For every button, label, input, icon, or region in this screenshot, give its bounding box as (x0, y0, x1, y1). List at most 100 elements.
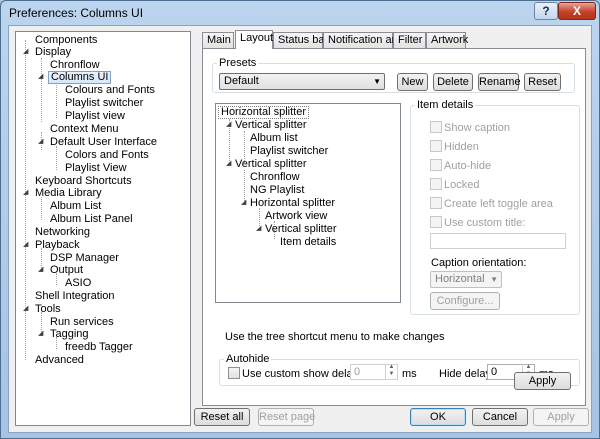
tree-item-colors-and-fonts[interactable]: Colors and Fonts (63, 149, 151, 162)
spin-down-icon[interactable]: ▼ (386, 371, 397, 378)
reset-all-button[interactable]: Reset all (194, 408, 250, 426)
reset-preset-button[interactable]: Reset (524, 73, 561, 91)
presets-group-label: Presets (217, 57, 259, 69)
spin-up-icon[interactable]: ▲ (523, 364, 534, 371)
close-button[interactable]: X (558, 2, 596, 20)
hide-delay-value: 0 (491, 366, 498, 378)
tree-item-tagging[interactable]: Tagging (48, 328, 91, 341)
configure-button[interactable]: Configure... (430, 292, 500, 310)
layout-item-chronflow[interactable]: Chronflow (248, 171, 302, 184)
show-delay-value: 0 (354, 366, 361, 378)
delete-preset-button[interactable]: Delete (433, 73, 473, 91)
create-toggle-area-checkbox[interactable] (430, 197, 442, 209)
tree-item-columns-ui[interactable]: Columns UI (48, 71, 112, 84)
show-delay-ms-label: ms (402, 368, 417, 380)
layout-item-vertical-splitter-3[interactable]: Vertical splitter (263, 223, 339, 236)
title-bar[interactable]: Preferences: Columns UI ? X (1, 1, 599, 25)
tree-connector (41, 197, 42, 220)
tab-artwork[interactable]: Artwork (426, 32, 468, 48)
custom-title-input[interactable] (430, 233, 566, 249)
layout-tree-hint: Use the tree shortcut menu to make chang… (225, 331, 445, 343)
rename-preset-button[interactable]: Rename (478, 73, 521, 91)
collapse-arrow-icon[interactable]: ◢ (23, 241, 31, 249)
layout-tree[interactable]: Horizontal splitter ◢ Vertical splitter … (215, 103, 401, 303)
tree-item-playlist-switcher[interactable]: Playlist switcher (63, 97, 145, 110)
hide-delay-label: Hide delay: (439, 368, 495, 380)
tree-item-playlist-view[interactable]: Playlist view (63, 110, 127, 123)
hidden-label: Hidden (444, 141, 479, 153)
show-caption-checkbox[interactable] (430, 121, 442, 133)
collapse-arrow-icon[interactable]: ◢ (38, 73, 46, 81)
autohide-group-label: Autohide (224, 353, 272, 365)
tree-connector (56, 82, 57, 118)
tree-item-colours-and-fonts[interactable]: Colours and Fonts (63, 84, 157, 97)
tree-item-media-library[interactable]: Media Library (33, 187, 104, 200)
locked-label: Locked (444, 179, 480, 191)
caption-orientation-value: Horizontal (435, 273, 485, 285)
caption-orientation-label: Caption orientation: (431, 257, 527, 269)
reset-page-button[interactable]: Reset page (258, 408, 315, 426)
layout-item-item-details[interactable]: Item details (278, 236, 338, 249)
tree-item-playlist-view-dui[interactable]: Playlist View (63, 162, 129, 175)
tree-item-album-list[interactable]: Album List (48, 200, 103, 213)
auto-hide-checkbox[interactable] (430, 159, 442, 171)
tree-item-context-menu[interactable]: Context Menu (48, 123, 120, 136)
tab-layout[interactable]: Layout (235, 30, 273, 49)
layout-item-ng-playlist[interactable]: NG Playlist (248, 184, 306, 197)
layout-item-vertical-splitter-2[interactable]: Vertical splitter (233, 158, 309, 171)
collapse-arrow-icon[interactable]: ◢ (23, 305, 31, 313)
dropdown-arrow-icon: ▼ (373, 77, 381, 86)
collapse-arrow-icon[interactable]: ◢ (23, 48, 31, 56)
ok-button[interactable]: OK (410, 408, 466, 426)
layout-item-vertical-splitter[interactable]: Vertical splitter (233, 119, 309, 132)
collapse-arrow-icon[interactable]: ◢ (38, 330, 46, 338)
caption-orientation-combobox[interactable]: Horizontal ▼ (430, 271, 502, 288)
tree-item-shell-integration[interactable]: Shell Integration (33, 290, 117, 303)
layout-item-horizontal-splitter-root[interactable]: Horizontal splitter (218, 106, 309, 119)
tree-item-album-list-panel[interactable]: Album List Panel (48, 213, 135, 226)
apply-button[interactable]: Apply (533, 408, 589, 426)
presets-combobox[interactable]: Default ▼ (219, 73, 385, 90)
spin-up-icon[interactable]: ▲ (386, 364, 397, 371)
tree-item-output[interactable]: Output (48, 264, 85, 277)
layout-item-playlist-switcher[interactable]: Playlist switcher (248, 145, 330, 158)
tree-item-display[interactable]: Display (33, 46, 73, 59)
item-details-group-label: Item details (415, 99, 476, 111)
show-delay-spinner[interactable]: ▲ ▼ (385, 364, 397, 380)
create-toggle-area-label: Create left toggle area (444, 198, 553, 210)
use-custom-title-label: Use custom title: (444, 217, 526, 229)
tree-item-playback[interactable]: Playback (33, 239, 82, 252)
layout-item-artwork-view[interactable]: Artwork view (263, 210, 329, 223)
tree-connector (41, 58, 42, 122)
tree-item-networking[interactable]: Networking (33, 226, 92, 239)
tab-main[interactable]: Main (202, 32, 234, 48)
tree-connector (56, 146, 57, 170)
tab-notification-area[interactable]: Notification area (323, 32, 408, 48)
tab-apply-button[interactable]: Apply (514, 372, 571, 390)
tree-connector (259, 208, 260, 226)
collapse-arrow-icon[interactable]: ◢ (23, 189, 31, 197)
tab-status-bar[interactable]: Status bar (273, 32, 328, 48)
layout-item-horizontal-splitter[interactable]: Horizontal splitter (248, 197, 337, 210)
collapse-arrow-icon[interactable]: ◢ (38, 266, 46, 274)
tree-item-advanced[interactable]: Advanced (33, 354, 86, 367)
preferences-tree[interactable]: Components ◢ Display Chronflow ◢ Columns… (15, 31, 191, 426)
auto-hide-label: Auto-hide (444, 160, 492, 172)
collapse-arrow-icon[interactable]: ◢ (38, 138, 46, 146)
locked-checkbox[interactable] (430, 178, 442, 190)
layout-item-album-list[interactable]: Album list (248, 132, 300, 145)
use-custom-show-delay-checkbox[interactable] (228, 367, 240, 379)
tree-item-asio[interactable]: ASIO (63, 277, 93, 290)
tree-item-freedb-tagger[interactable]: freedb Tagger (63, 341, 135, 354)
help-button[interactable]: ? (534, 2, 558, 20)
tree-item-default-user-interface[interactable]: Default User Interface (48, 136, 159, 149)
tab-filter[interactable]: Filter (393, 32, 426, 48)
dialog-client-area: Components ◢ Display Chronflow ◢ Columns… (8, 25, 592, 433)
hidden-checkbox[interactable] (430, 140, 442, 152)
use-custom-title-checkbox[interactable] (430, 216, 442, 228)
show-caption-label: Show caption (444, 122, 511, 134)
window-title: Preferences: Columns UI (9, 6, 144, 20)
cancel-button[interactable]: Cancel (472, 408, 528, 426)
new-preset-button[interactable]: New (397, 73, 428, 91)
tree-item-tools[interactable]: Tools (33, 303, 63, 316)
